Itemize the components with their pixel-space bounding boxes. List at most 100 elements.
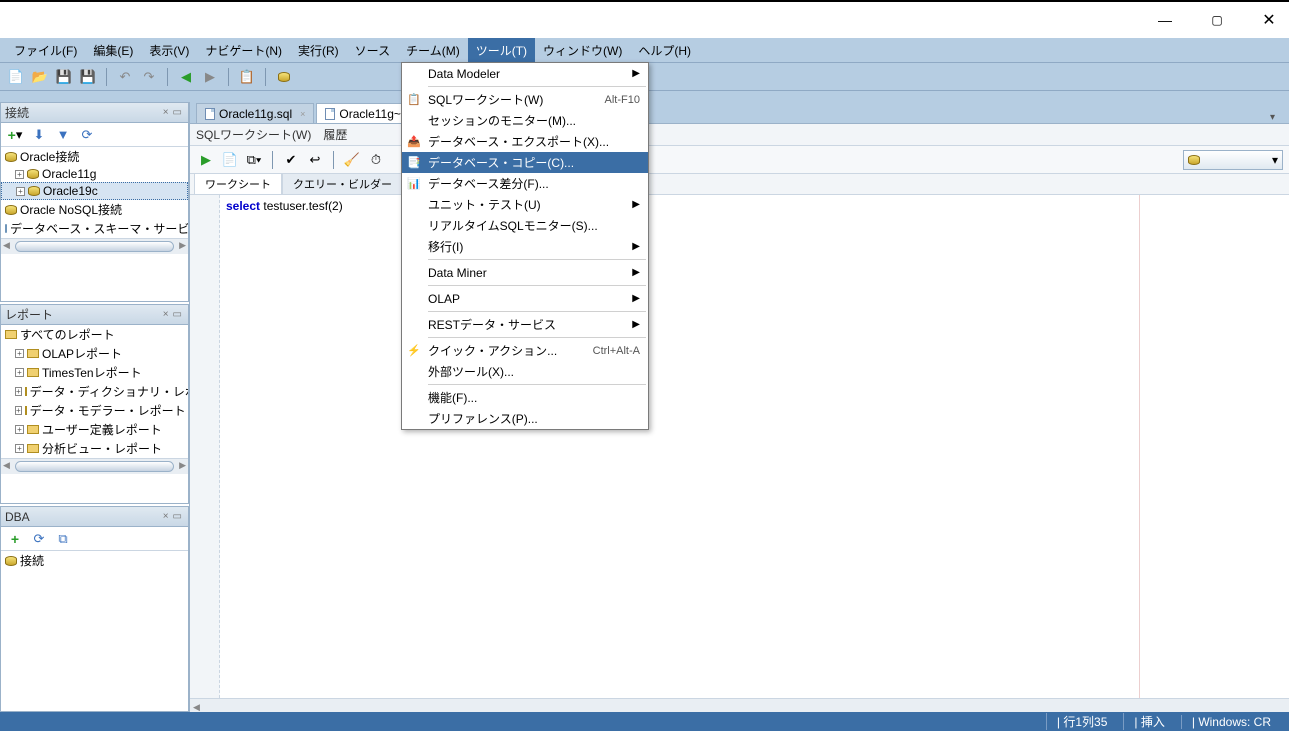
titlebar: — ▢ ✕: [0, 0, 1289, 38]
menu-session-monitor[interactable]: セッションのモニター(M)...: [402, 110, 648, 131]
menu-sql-worksheet[interactable]: 📋SQLワークシート(W)Alt-F10: [402, 89, 648, 110]
commit-icon[interactable]: ✔: [281, 150, 301, 170]
menu-db-export[interactable]: 📤データベース・エクスポート(X)...: [402, 131, 648, 152]
menu-features[interactable]: 機能(F)...: [402, 387, 648, 408]
tab-query-builder[interactable]: クエリー・ビルダー: [282, 173, 403, 194]
undo-icon[interactable]: ↶: [115, 67, 135, 87]
expander-icon[interactable]: +: [15, 349, 24, 358]
panel-minimize-icon[interactable]: ▭: [171, 309, 184, 320]
connection-selector[interactable]: ▾: [1183, 150, 1283, 170]
menu-preferences[interactable]: プリファレンス(P)...: [402, 408, 648, 429]
menu-team[interactable]: チーム(M): [398, 38, 468, 63]
tree-olap-report[interactable]: +OLAPレポート: [1, 344, 188, 363]
tree-analysis-report[interactable]: + 分析ビュー・レポート: [1, 439, 188, 458]
refresh-icon[interactable]: ⟳: [29, 529, 49, 549]
connections-header[interactable]: 接続 × ▭: [1, 103, 188, 123]
file-icon: [325, 108, 335, 120]
minimize-button[interactable]: —: [1153, 8, 1177, 32]
history-icon[interactable]: ⏱: [366, 150, 386, 170]
tree-nosql[interactable]: Oracle NoSQL接続: [1, 200, 188, 219]
status-position: | 行1列35: [1046, 713, 1117, 730]
save-icon[interactable]: 💾: [54, 67, 74, 87]
refresh-icon[interactable]: ⟳: [77, 125, 97, 145]
menu-olap[interactable]: OLAP▶: [402, 288, 648, 309]
status-insert: | 挿入: [1123, 713, 1174, 730]
h-scrollbar[interactable]: [1, 238, 188, 254]
expander-icon[interactable]: +: [15, 387, 22, 396]
expander-icon[interactable]: +: [15, 444, 24, 453]
menu-tools[interactable]: ツール(T): [468, 38, 535, 63]
run-icon[interactable]: ▶: [196, 150, 216, 170]
tree-oracle11g[interactable]: +Oracle11g: [1, 166, 188, 182]
tabs-dropdown-icon[interactable]: ▾: [1262, 112, 1283, 123]
expander-icon[interactable]: +: [15, 368, 24, 377]
menu-db-diff[interactable]: 📊データベース差分(F)...: [402, 173, 648, 194]
link-icon[interactable]: ⧉: [53, 529, 73, 549]
menu-data-modeler[interactable]: Data Modeler▶: [402, 63, 648, 84]
menu-external-tools[interactable]: 外部ツール(X)...: [402, 361, 648, 382]
h-scrollbar[interactable]: [1, 458, 188, 474]
panel-close-icon[interactable]: ×: [161, 511, 171, 522]
save-all-icon[interactable]: 💾: [78, 67, 98, 87]
menu-rest[interactable]: RESTデータ・サービス▶: [402, 314, 648, 335]
filter-icon[interactable]: ▼: [53, 125, 73, 145]
tree-dict-report[interactable]: +データ・ディクショナリ・レポート: [1, 382, 188, 401]
reports-header[interactable]: レポート × ▭: [1, 305, 188, 325]
menu-quick-action[interactable]: ⚡クイック・アクション...Ctrl+Alt-A: [402, 340, 648, 361]
tree-oracle-root[interactable]: Oracle接続: [1, 147, 188, 166]
tree-timesten-report[interactable]: +TimesTenレポート: [1, 363, 188, 382]
menu-run[interactable]: 実行(R): [290, 38, 347, 63]
redo-icon[interactable]: ↷: [139, 67, 159, 87]
tab-oracle11g-sql[interactable]: Oracle11g.sql×: [196, 103, 314, 123]
menu-migrate[interactable]: 移行(I)▶: [402, 236, 648, 257]
panel-close-icon[interactable]: ×: [161, 309, 171, 320]
expander-icon[interactable]: +: [15, 425, 24, 434]
panel-close-icon[interactable]: ×: [161, 107, 171, 118]
menu-unit-test[interactable]: ユニット・テスト(U)▶: [402, 194, 648, 215]
add-icon[interactable]: +: [5, 529, 25, 549]
tree-user-report[interactable]: +ユーザー定義レポート: [1, 420, 188, 439]
menu-window[interactable]: ウィンドウ(W): [535, 38, 630, 63]
code-editor[interactable]: select testuser.tesf(2): [220, 195, 1139, 698]
back-icon[interactable]: ◀: [176, 67, 196, 87]
db-icon[interactable]: [274, 67, 294, 87]
menu-source[interactable]: ソース: [347, 38, 398, 63]
menu-navigate[interactable]: ナビゲート(N): [197, 38, 290, 63]
tab-worksheet[interactable]: ワークシート: [194, 173, 282, 194]
expander-icon[interactable]: +: [15, 170, 24, 179]
dba-header[interactable]: DBA × ▭: [1, 507, 188, 527]
panel-minimize-icon[interactable]: ▭: [171, 511, 184, 522]
maximize-button[interactable]: ▢: [1205, 8, 1229, 32]
export-icon[interactable]: ⬇: [29, 125, 49, 145]
add-icon[interactable]: +▾: [5, 125, 25, 145]
clear-icon[interactable]: 🧹: [342, 150, 362, 170]
sql-icon[interactable]: 📋: [237, 67, 257, 87]
tree-label: 分析ビュー・レポート: [42, 440, 162, 457]
expander-icon[interactable]: +: [15, 406, 22, 415]
menu-edit[interactable]: 編集(E): [85, 38, 141, 63]
rollback-icon[interactable]: ↩: [305, 150, 325, 170]
expander-icon[interactable]: +: [16, 187, 25, 196]
new-icon[interactable]: 📄: [6, 67, 26, 87]
menu-view[interactable]: 表示(V): [141, 38, 197, 63]
tab-close-icon[interactable]: ×: [296, 109, 305, 119]
menu-db-copy[interactable]: 📑データベース・コピー(C)...: [402, 152, 648, 173]
run-script-icon[interactable]: 📄: [220, 150, 240, 170]
tree-oracle19c[interactable]: +Oracle19c: [1, 182, 188, 200]
forward-icon[interactable]: ▶: [200, 67, 220, 87]
explain-icon[interactable]: ⧉▾: [244, 150, 264, 170]
open-icon[interactable]: 📂: [30, 67, 50, 87]
menu-data-miner[interactable]: Data Miner▶: [402, 262, 648, 283]
editor-h-scrollbar[interactable]: [190, 698, 1289, 712]
history-label[interactable]: 履歴: [323, 126, 347, 143]
panel-minimize-icon[interactable]: ▭: [171, 107, 184, 118]
tree-dba-conn[interactable]: 接続: [1, 551, 188, 570]
tree-reports-root[interactable]: すべてのレポート: [1, 325, 188, 344]
close-button[interactable]: ✕: [1257, 8, 1281, 32]
menu-realtime-sql[interactable]: リアルタイムSQLモニター(S)...: [402, 215, 648, 236]
separator: [272, 151, 273, 169]
menu-file[interactable]: ファイル(F): [6, 38, 85, 63]
tree-modeler-report[interactable]: +データ・モデラー・レポート: [1, 401, 188, 420]
tree-schema[interactable]: データベース・スキーマ・サービス接続: [1, 219, 188, 238]
menu-help[interactable]: ヘルプ(H): [630, 38, 699, 63]
